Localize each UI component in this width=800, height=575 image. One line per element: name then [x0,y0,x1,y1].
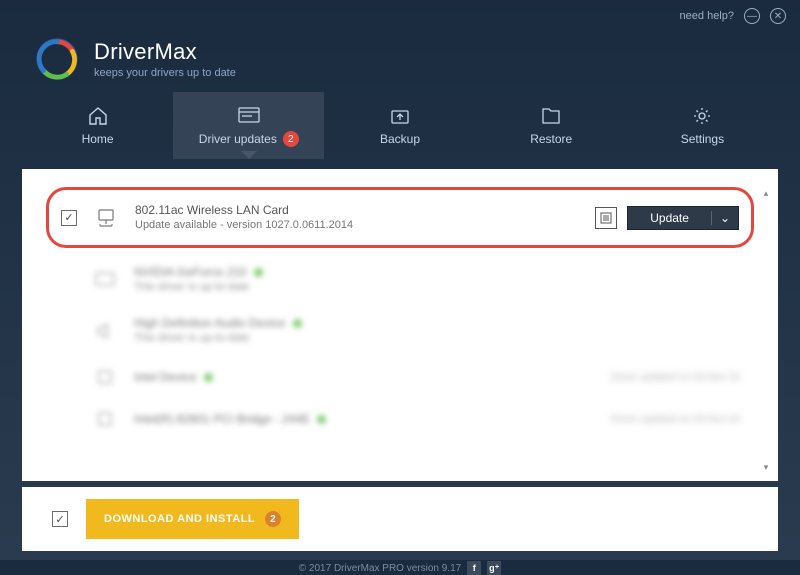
restore-icon [540,107,562,125]
updates-icon [238,106,260,124]
chip-icon [94,408,116,430]
footer-copy: © 2017 DriverMax PRO version 9.17 [299,563,461,574]
branding: DriverMax keeps your drivers up to date [0,24,800,92]
home-icon [87,107,109,125]
driver-row: NVIDIA GeForce 210 This driver is up-to-… [52,254,748,305]
chip-icon [94,366,116,388]
minimize-button[interactable]: — [744,8,760,24]
row-checkbox[interactable]: ✓ [61,210,77,226]
tab-home-label: Home [82,132,114,146]
update-dropdown[interactable]: ⌄ [711,211,738,225]
footer: © 2017 DriverMax PRO version 9.17 f g⁺ [0,551,800,575]
tab-backup[interactable]: Backup [324,92,475,159]
tab-restore[interactable]: Restore [476,92,627,159]
driver-row: Intel(R) 82801 PCI Bridge - 244E Driver … [52,398,748,440]
app-name: DriverMax [94,39,236,65]
tab-driver-updates[interactable]: Driver updates 2 [173,92,324,159]
bottom-bar: ✓ DOWNLOAD AND INSTALL 2 [22,487,778,551]
scrollbar[interactable]: ▴ ▾ [760,187,772,473]
driver-subtext: Update available - version 1027.0.0611.2… [135,218,577,233]
driver-row: High Definition Audio Device This driver… [52,305,748,356]
tab-settings-label: Settings [681,132,724,146]
network-card-icon [95,207,117,229]
row-meta: Driver updated on 03-Nov-16 [611,414,740,425]
tab-backup-label: Backup [380,132,420,146]
facebook-icon[interactable]: f [467,561,481,575]
tab-home[interactable]: Home [22,92,173,159]
driver-row: Intel Device Driver updated on 03-Nov-16 [52,356,748,398]
scroll-up-icon[interactable]: ▴ [760,187,772,199]
update-button-label: Update [628,211,711,225]
updates-badge: 2 [283,131,299,147]
app-logo-icon [34,36,80,82]
close-button[interactable]: ✕ [770,8,786,24]
main-tabs: Home Driver updates 2 Backup Restore Sett… [22,92,778,159]
audio-icon [94,320,116,342]
download-label: DOWNLOAD AND INSTALL [104,513,255,525]
scroll-down-icon[interactable]: ▾ [760,461,772,473]
google-plus-icon[interactable]: g⁺ [487,561,501,575]
row-details-button[interactable] [595,207,617,229]
tab-restore-label: Restore [530,132,572,146]
driver-row-highlighted: ✓ 802.11ac Wireless LAN Card Update avai… [46,187,754,248]
download-install-button[interactable]: DOWNLOAD AND INSTALL 2 [86,499,299,539]
display-icon [94,269,116,291]
driver-title: 802.11ac Wireless LAN Card [135,202,577,218]
tab-settings[interactable]: Settings [627,92,778,159]
titlebar: need help? — ✕ [0,0,800,24]
row-meta: Driver updated on 03-Nov-16 [611,372,740,383]
driver-list-panel: ✓ 802.11ac Wireless LAN Card Update avai… [22,169,778,481]
download-badge: 2 [265,511,281,527]
select-all-checkbox[interactable]: ✓ [52,511,68,527]
settings-icon [691,107,713,125]
backup-icon [389,107,411,125]
update-button[interactable]: Update ⌄ [627,206,739,230]
tab-updates-label: Driver updates [199,132,277,146]
need-help-link[interactable]: need help? [680,10,734,22]
app-tagline: keeps your drivers up to date [94,67,236,79]
